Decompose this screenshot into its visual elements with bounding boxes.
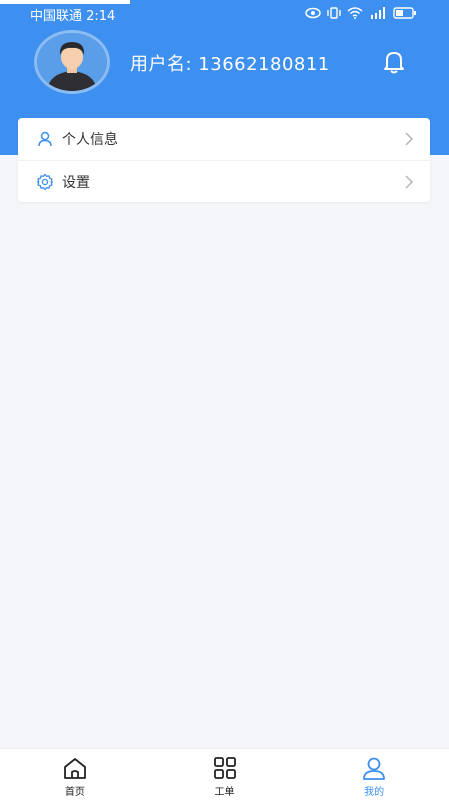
tab-label: 工单 — [214, 787, 235, 798]
status-icons — [305, 7, 417, 19]
signal-icon — [371, 7, 385, 19]
gear-icon — [36, 173, 54, 191]
menu-item-label: 个人信息 — [62, 132, 118, 148]
bottom-tab-bar: 首页 工单 我的 — [0, 748, 449, 800]
tab-work-orders[interactable]: 工单 — [150, 749, 300, 800]
status-bar: 中国联通 2:14 — [0, 4, 449, 24]
bell-icon[interactable] — [380, 47, 408, 75]
home-icon — [63, 758, 86, 779]
vibrate-icon — [327, 7, 341, 19]
tab-label: 我的 — [364, 787, 385, 798]
tab-label: 首页 — [64, 787, 85, 798]
screen: 中国联通 2:14 用户名: 13662180811 个人信息 设置 首页 工单… — [0, 0, 449, 800]
chevron-right-icon — [405, 175, 414, 189]
user-icon — [36, 130, 54, 148]
battery-icon — [393, 7, 416, 19]
eye-icon — [305, 7, 321, 19]
username-label: 用户名: 13662180811 — [130, 54, 330, 75]
user-icon — [363, 757, 386, 780]
menu-card: 个人信息 设置 — [18, 118, 430, 202]
tab-mine[interactable]: 我的 — [299, 749, 449, 800]
avatar-person-icon — [37, 33, 107, 91]
menu-item-settings[interactable]: 设置 — [18, 160, 430, 202]
chevron-right-icon — [405, 132, 414, 146]
wifi-icon — [347, 7, 363, 19]
menu-item-label: 设置 — [62, 174, 90, 191]
menu-item-personal-info[interactable]: 个人信息 — [18, 118, 430, 160]
status-carrier-time: 中国联通 2:14 — [30, 9, 116, 24]
tab-home[interactable]: 首页 — [0, 749, 150, 800]
avatar[interactable] — [34, 30, 110, 94]
grid-icon — [213, 757, 236, 779]
